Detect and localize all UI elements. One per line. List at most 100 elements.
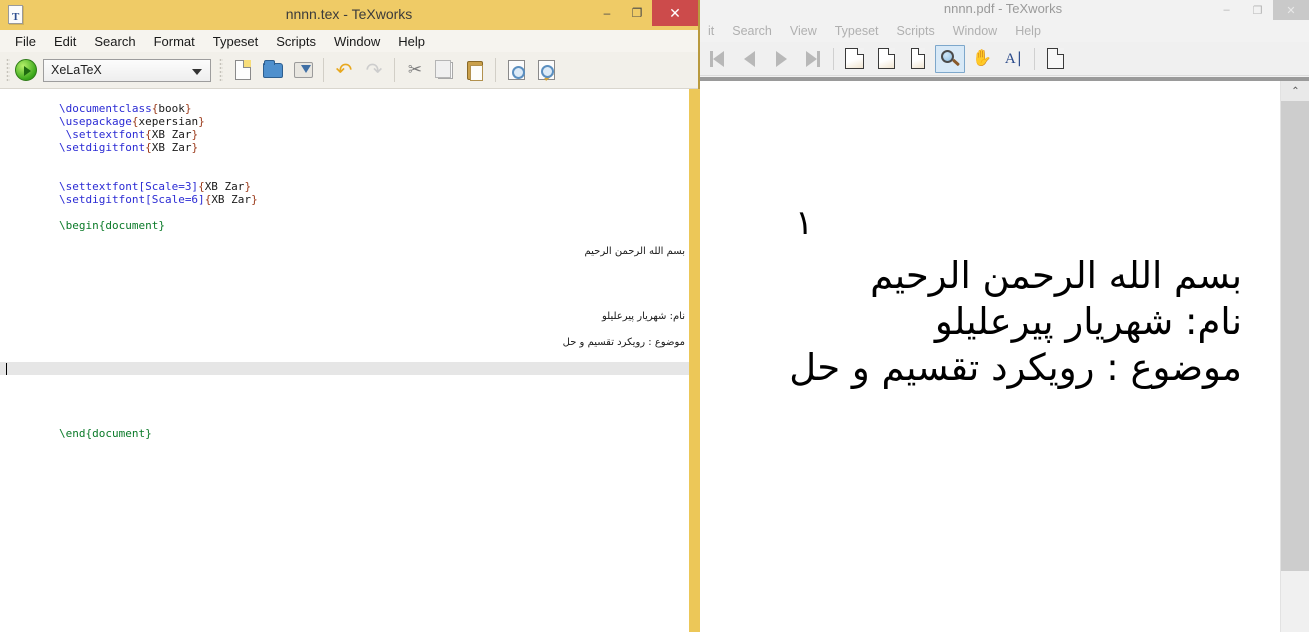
pdf-toolbar: ✋ A∣ — [697, 42, 1309, 76]
pdf-menu-search[interactable]: Search — [723, 22, 781, 40]
editor-maximize-button[interactable]: ❐ — [622, 0, 652, 26]
save-file-icon[interactable] — [289, 56, 317, 84]
pdf-page-number: ۱ — [795, 205, 814, 242]
code-line: \setdigitfont[Scale=6]{XB Zar} — [0, 180, 689, 206]
menu-help[interactable]: Help — [389, 32, 434, 51]
editor-menubar: File Edit Search Format Typeset Scripts … — [0, 30, 698, 52]
pdf-text-line: نام: شهریار پیرعلیلو — [934, 299, 1242, 343]
magnify-tool-icon[interactable] — [935, 44, 965, 73]
toolbar-separator — [1034, 47, 1035, 70]
menu-format[interactable]: Format — [145, 32, 204, 51]
code-line: \setdigitfont{XB Zar} — [0, 128, 689, 154]
editor-close-button[interactable]: ✕ — [652, 0, 698, 26]
pdf-menu-window[interactable]: Window — [944, 22, 1006, 40]
toolbar-separator — [495, 58, 496, 82]
pdf-window-controls: ‒ ❐ ✕ — [1211, 0, 1309, 20]
last-page-icon[interactable] — [798, 45, 828, 73]
typeset-run-button[interactable] — [15, 59, 37, 81]
redo-icon[interactable]: ↷ — [360, 56, 388, 84]
toolbar-separator — [323, 58, 324, 82]
editor-window: nnnn.tex - TeXworks ‒ ❐ ✕ File Edit Sear… — [0, 0, 700, 632]
code-line: \usepackage{xepersian} — [0, 102, 689, 128]
toolbar-drag-handle[interactable] — [219, 58, 223, 82]
pdf-viewer-window: nnnn.pdf - TeXworks ‒ ❐ ✕ it Search View… — [696, 0, 1309, 632]
pdf-minimize-button[interactable]: ‒ — [1211, 0, 1242, 20]
pdf-close-button[interactable]: ✕ — [1273, 0, 1309, 20]
screen: nnnn.pdf - TeXworks ‒ ❐ ✕ it Search View… — [0, 0, 1309, 632]
previous-page-icon[interactable] — [734, 45, 764, 73]
fit-width-icon[interactable] — [871, 45, 901, 73]
cut-icon[interactable]: ✂ — [401, 56, 429, 84]
pdf-view-area[interactable]: ۱ بسم الله الرحمن الرحيم نام: شهریار پیر… — [697, 77, 1309, 632]
code-line: \begin{document} — [0, 206, 689, 232]
latex-environment: \end{document} — [58, 427, 152, 440]
open-file-icon[interactable] — [259, 56, 287, 84]
scroll-up-arrow-icon[interactable]: ⌃ — [1281, 81, 1309, 101]
editor-toolbar: XeLaTeX ↶ ↷ ✂ — [0, 52, 698, 89]
typeset-engine-value: XeLaTeX — [51, 63, 102, 77]
find-icon[interactable] — [502, 56, 530, 84]
pdf-text-line: موضوع : رویکرد تقسیم و حل — [789, 345, 1242, 389]
next-page-icon[interactable] — [766, 45, 796, 73]
menu-scripts[interactable]: Scripts — [267, 32, 325, 51]
source-code-editor[interactable]: \documentclass{book} \usepackage{xepersi… — [0, 89, 689, 632]
actual-size-icon[interactable] — [903, 45, 933, 73]
editor-window-border — [689, 89, 700, 632]
code-line: \end{document} — [0, 414, 689, 440]
pdf-menu-typeset[interactable]: Typeset — [826, 22, 888, 40]
editor-window-titlebar: nnnn.tex - TeXworks ‒ ❐ ✕ — [0, 0, 698, 30]
copy-icon[interactable] — [431, 56, 459, 84]
toolbar-drag-handle[interactable] — [6, 58, 10, 82]
undo-icon[interactable]: ↶ — [330, 56, 358, 84]
paste-icon[interactable] — [461, 56, 489, 84]
source-rtl-line: موضوع : رویکرد تقسیم و حل — [562, 337, 685, 348]
current-line-highlight — [0, 362, 689, 375]
first-page-icon[interactable] — [702, 45, 732, 73]
find-again-icon[interactable] — [532, 56, 560, 84]
new-file-icon[interactable] — [229, 56, 257, 84]
code-line: \settextfont{XB Zar} — [0, 115, 689, 141]
pdf-menu-help[interactable]: Help — [1006, 22, 1050, 40]
menu-typeset[interactable]: Typeset — [204, 32, 268, 51]
pdf-menu-scripts[interactable]: Scripts — [888, 22, 944, 40]
typeset-engine-select[interactable]: XeLaTeX — [43, 58, 211, 82]
editor-window-controls: ‒ ❐ ✕ — [592, 0, 698, 26]
pdf-vertical-scrollbar[interactable]: ⌃ — [1280, 81, 1309, 632]
toolbar-separator — [394, 58, 395, 82]
pdf-page: ۱ بسم الله الرحمن الرحيم نام: شهریار پیر… — [697, 81, 1280, 632]
pdf-menu-view[interactable]: View — [781, 22, 826, 40]
menu-window[interactable]: Window — [325, 32, 389, 51]
source-view-icon[interactable] — [1040, 45, 1070, 73]
source-rtl-line: نام: شهریار پیرعلیلو — [601, 311, 685, 322]
pdf-menubar: it Search View Typeset Scripts Window He… — [697, 20, 1309, 42]
pdf-menu-edit[interactable]: it — [699, 22, 723, 40]
source-rtl-line: بسم الله الرحمن الرحيم — [584, 246, 685, 257]
toolbar-separator — [833, 47, 834, 70]
pdf-maximize-button[interactable]: ❐ — [1242, 0, 1273, 20]
scrollbar-thumb[interactable] — [1281, 101, 1309, 571]
text-select-tool-icon[interactable]: A∣ — [999, 45, 1029, 73]
menu-search[interactable]: Search — [85, 32, 144, 51]
editor-minimize-button[interactable]: ‒ — [592, 0, 622, 26]
code-line: \documentclass{book} — [0, 89, 689, 115]
menu-file[interactable]: File — [6, 32, 45, 51]
pan-tool-icon[interactable]: ✋ — [967, 45, 997, 73]
code-line: \settextfont[Scale=3]{XB Zar} — [0, 167, 689, 193]
chevron-down-icon — [192, 68, 202, 75]
menu-edit[interactable]: Edit — [45, 32, 85, 51]
pdf-text-line: بسم الله الرحمن الرحيم — [870, 254, 1242, 297]
fit-page-icon[interactable] — [839, 45, 869, 73]
